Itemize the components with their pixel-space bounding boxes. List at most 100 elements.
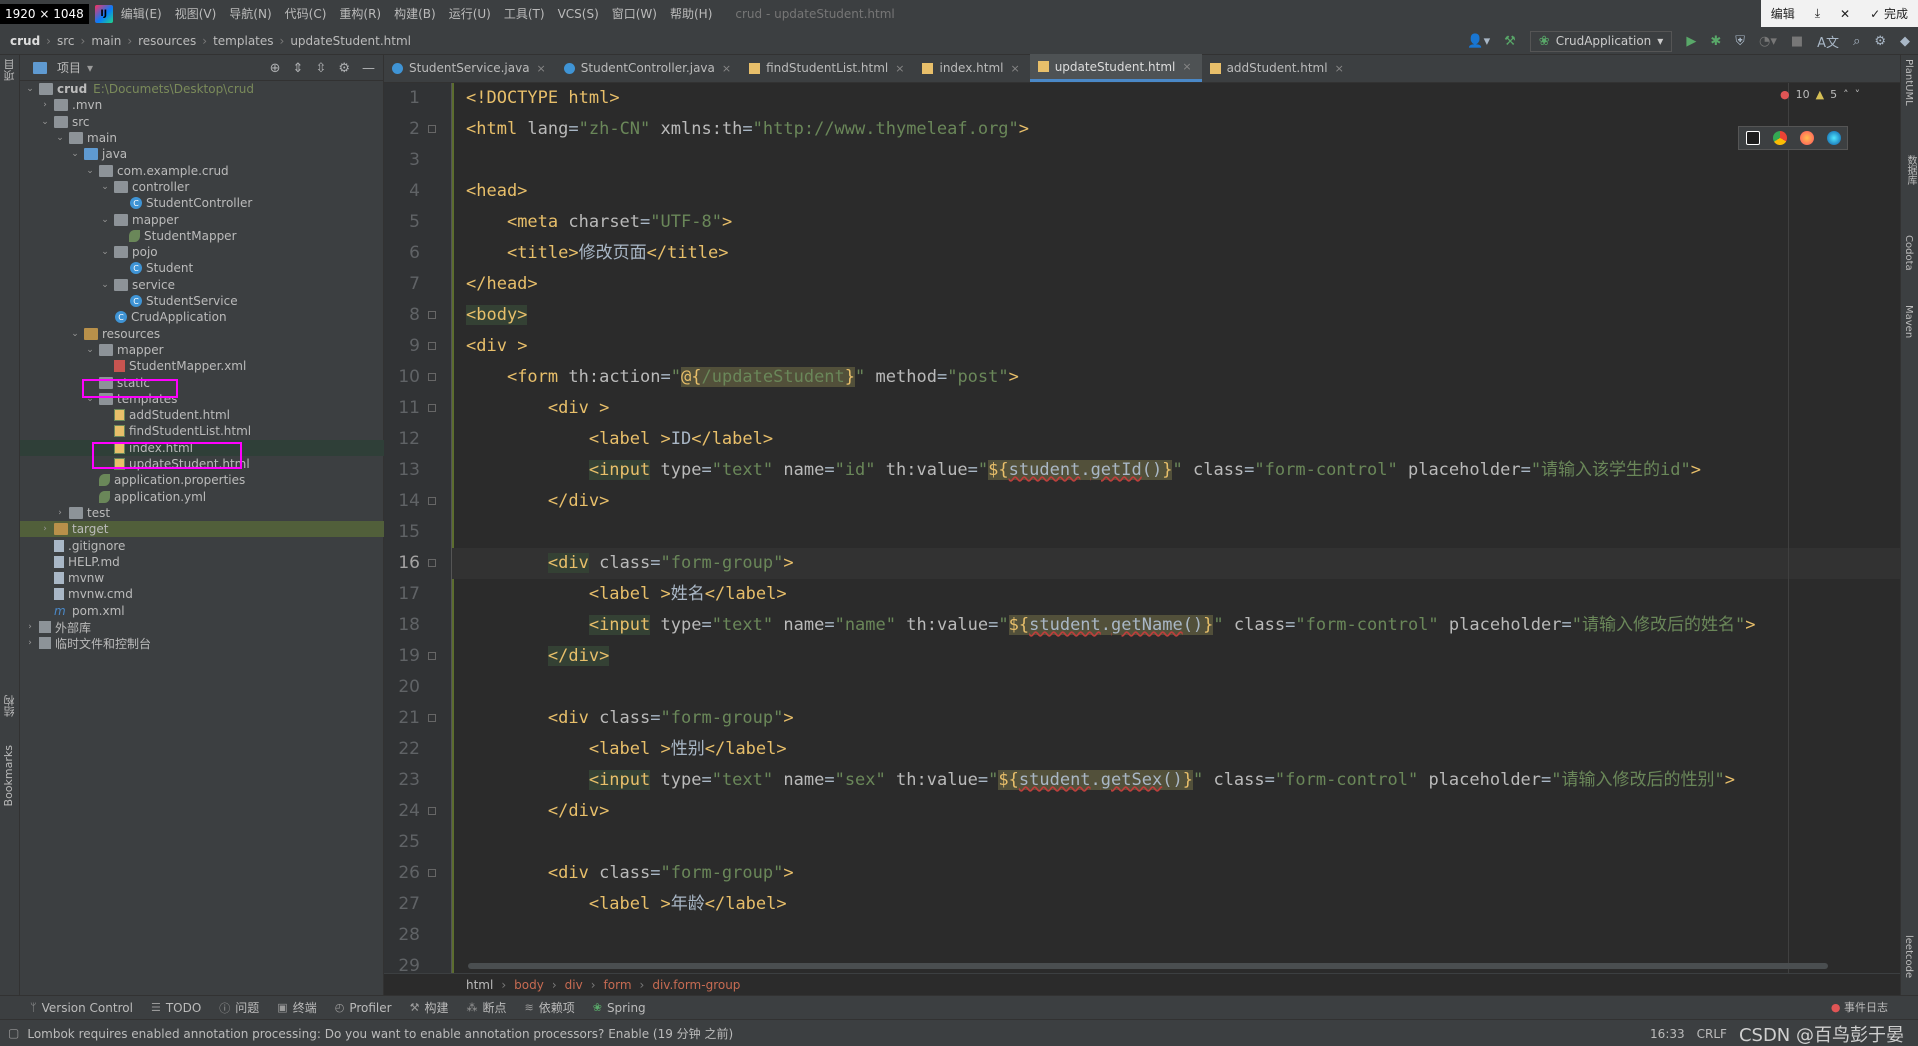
- collapse-all-icon[interactable]: ⇳: [315, 61, 326, 76]
- expand-arrow-icon[interactable]: ⌄: [54, 133, 66, 143]
- download-icon[interactable]: ⤓: [1805, 0, 1830, 27]
- fold-marker-icon[interactable]: [428, 652, 436, 660]
- coverage-icon[interactable]: ⛨: [1735, 34, 1745, 49]
- maven-tool-tab[interactable]: Maven: [1903, 305, 1914, 338]
- close-tab-icon[interactable]: ×: [537, 62, 546, 75]
- dependencies-tool[interactable]: ≋ 依赖项: [524, 999, 574, 1016]
- fold-marker-icon[interactable]: [428, 125, 436, 133]
- horizontal-scrollbar[interactable]: [468, 963, 1828, 969]
- editor-crumb-div[interactable]: div: [565, 978, 583, 992]
- profile-icon[interactable]: ◔▾: [1759, 34, 1777, 49]
- expand-arrow-icon[interactable]: ⌄: [84, 345, 96, 355]
- tree-item[interactable]: › target: [20, 521, 384, 538]
- menu-build[interactable]: 构建(B): [394, 5, 436, 22]
- problems-tool[interactable]: ⓘ 问题: [219, 999, 259, 1016]
- tree-item[interactable]: › test: [20, 505, 384, 521]
- menu-help[interactable]: 帮助(H): [670, 5, 712, 22]
- editor-tab[interactable]: index.html ×: [914, 54, 1029, 82]
- tree-item[interactable]: ⌄ mapper: [20, 342, 384, 358]
- tree-item[interactable]: ⌄ main: [20, 130, 384, 146]
- fold-marker-icon[interactable]: [428, 714, 436, 722]
- editor-tab[interactable]: StudentController.java ×: [556, 54, 741, 82]
- tree-item[interactable]: ⌄ mapper: [20, 211, 384, 227]
- tree-item[interactable]: ⌄ controller: [20, 179, 384, 195]
- menu-view[interactable]: 视图(V): [175, 5, 217, 22]
- codota-tool-tab[interactable]: Codota: [1903, 235, 1914, 271]
- hide-icon[interactable]: —: [362, 61, 375, 76]
- tree-item[interactable]: › 临时文件和控制台: [20, 635, 384, 651]
- tree-item[interactable]: ⌄ com.example.crud: [20, 163, 384, 179]
- close-tab-icon[interactable]: ×: [1182, 60, 1191, 73]
- run-icon[interactable]: ▶: [1686, 34, 1696, 49]
- expand-arrow-icon[interactable]: ⌄: [39, 117, 51, 127]
- gear-icon[interactable]: ⚙: [1874, 34, 1886, 49]
- editor-tab[interactable]: addStudent.html ×: [1202, 54, 1354, 82]
- event-log-tool[interactable]: ● 事件日志: [1831, 999, 1888, 1015]
- tree-item[interactable]: ⌄ pojo: [20, 244, 384, 260]
- locate-icon[interactable]: ⊕: [270, 61, 281, 76]
- collapse-arrow-icon[interactable]: ›: [39, 100, 51, 110]
- expand-all-icon[interactable]: ⇕: [293, 61, 304, 76]
- menu-refactor[interactable]: 重构(R): [339, 5, 381, 22]
- fold-marker-icon[interactable]: [428, 373, 436, 381]
- menu-edit[interactable]: 编辑(E): [121, 5, 162, 22]
- tree-item[interactable]: StudentMapper.xml: [20, 358, 384, 374]
- tree-item[interactable]: › 外部库: [20, 619, 384, 635]
- expand-arrow-icon[interactable]: ⌄: [99, 215, 111, 225]
- expand-arrow-icon[interactable]: ⌄: [69, 149, 81, 159]
- gear-icon[interactable]: ⚙: [338, 61, 350, 76]
- breadcrumb-crud[interactable]: crud: [10, 34, 40, 48]
- tree-item[interactable]: addStudent.html: [20, 407, 384, 423]
- tree-item[interactable]: mvnw: [20, 570, 384, 586]
- fold-marker-icon[interactable]: [428, 807, 436, 815]
- collapse-arrow-icon[interactable]: ›: [39, 524, 51, 534]
- editor-tab[interactable]: findStudentList.html ×: [741, 54, 914, 82]
- collapse-arrow-icon[interactable]: ›: [24, 622, 36, 632]
- project-tool-tab[interactable]: 项目: [2, 59, 18, 81]
- bookmarks-tool-tab[interactable]: Bookmarks: [2, 745, 15, 806]
- close-tab-icon[interactable]: ×: [1010, 62, 1019, 75]
- expand-arrow-icon[interactable]: ⌄: [99, 247, 111, 257]
- line-separator[interactable]: CRLF: [1697, 1027, 1727, 1041]
- tree-item[interactable]: C StudentService: [20, 293, 384, 309]
- editor-crumb-div-form-group[interactable]: div.form-group: [652, 978, 740, 992]
- expand-arrow-icon[interactable]: ⌄: [99, 182, 111, 192]
- editor-tab[interactable]: StudentService.java ×: [384, 54, 556, 82]
- tree-item[interactable]: ⌄ src: [20, 114, 384, 130]
- editor-tab[interactable]: updateStudent.html ×: [1029, 54, 1202, 82]
- user-icon[interactable]: 👤▾: [1467, 34, 1490, 49]
- tree-item[interactable]: ⌄ crud E:\Documets\Desktop\crud: [20, 81, 384, 97]
- breadcrumb-file[interactable]: updateStudent.html: [290, 34, 411, 48]
- breadcrumb-resources[interactable]: resources: [138, 34, 196, 48]
- tree-item[interactable]: ⌄ java: [20, 146, 384, 162]
- menu-tools[interactable]: 工具(T): [504, 5, 545, 22]
- stop-icon[interactable]: ■: [1791, 34, 1803, 49]
- todo-tool[interactable]: ☰ TODO: [151, 1001, 201, 1015]
- tree-item[interactable]: .gitignore: [20, 537, 384, 553]
- fold-marker-icon[interactable]: [428, 404, 436, 412]
- run-config-select[interactable]: ❀ CrudApplication ▾: [1529, 30, 1673, 52]
- close-tab-icon[interactable]: ×: [1335, 62, 1344, 75]
- edit-button[interactable]: 编辑: [1761, 0, 1805, 27]
- tree-item[interactable]: › .mvn: [20, 97, 384, 113]
- collapse-arrow-icon[interactable]: ›: [54, 508, 66, 518]
- collapse-arrow-icon[interactable]: ›: [24, 638, 36, 648]
- build-tool[interactable]: ⚒ 构建: [410, 999, 449, 1016]
- menu-vcs[interactable]: VCS(S): [558, 7, 599, 21]
- jetbrains-icon[interactable]: ◆: [1900, 34, 1910, 49]
- tree-item[interactable]: findStudentList.html: [20, 423, 384, 439]
- search-icon[interactable]: ⌕: [1853, 34, 1860, 49]
- tree-item[interactable]: static: [20, 374, 384, 390]
- expand-arrow-icon[interactable]: ⌄: [24, 84, 36, 94]
- structure-tool-tab[interactable]: 结构: [2, 695, 18, 717]
- close-tab-icon[interactable]: ×: [895, 62, 904, 75]
- chrome-icon[interactable]: [1772, 131, 1787, 145]
- tree-item[interactable]: m pom.xml: [20, 603, 384, 619]
- done-button[interactable]: ✓ 完成: [1860, 0, 1918, 27]
- editor-crumb-form[interactable]: form: [604, 978, 632, 992]
- terminal-tool[interactable]: ▣ 终端: [277, 999, 316, 1016]
- fold-marker-icon[interactable]: [428, 497, 436, 505]
- breakpoints-tool[interactable]: ⁂ 断点: [466, 999, 506, 1016]
- tree-item[interactable]: application.yml: [20, 489, 384, 505]
- tree-item[interactable]: C StudentController: [20, 195, 384, 211]
